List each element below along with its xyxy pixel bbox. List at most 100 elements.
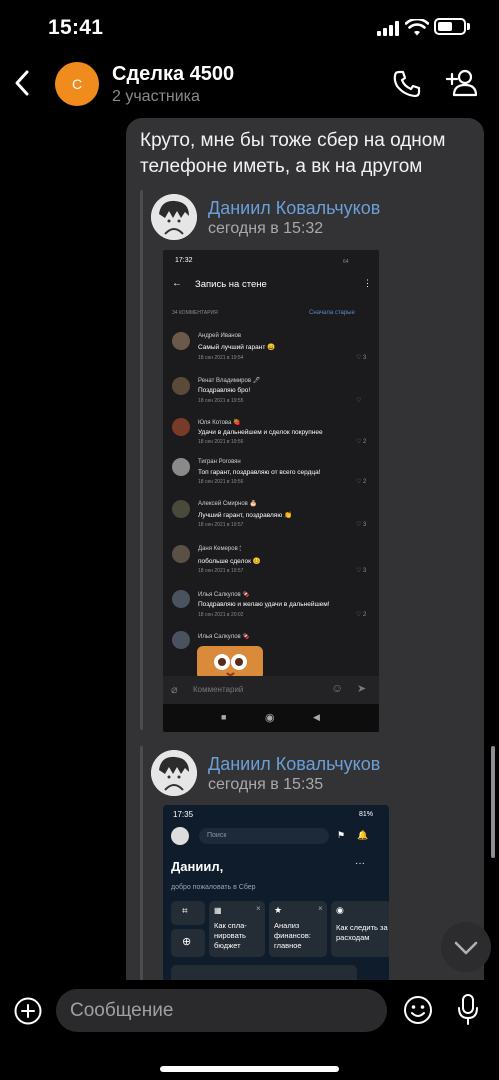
avatar-letter: С	[71, 76, 83, 92]
message-bubble[interactable]: Круто, мне бы тоже сбер на одном телефон…	[126, 118, 484, 1018]
shot-bell-icon: 🔔	[357, 830, 369, 840]
back-icon[interactable]	[12, 68, 32, 98]
comment-likes: ♡ 2	[356, 439, 367, 445]
forward-time: сегодня в 15:35	[208, 776, 324, 793]
emoji-icon[interactable]	[403, 995, 433, 1025]
attach-plus-icon[interactable]	[14, 997, 42, 1025]
shot-story-text: Анализ финансов: главное	[274, 921, 311, 950]
shot-story-close: ×	[318, 904, 323, 913]
shot-back-icon: ←	[172, 278, 182, 289]
forward-bar	[140, 190, 143, 730]
comment-text: Поздравляю бро!	[198, 387, 251, 394]
chat-header: С Сделка 4500 2 участника	[0, 56, 499, 116]
scroll-down-button[interactable]	[441, 922, 491, 972]
shot-story-card: ★ × Анализ финансов: главное	[269, 901, 327, 957]
forward-author-name[interactable]: Даниил Ковальчуков	[208, 198, 380, 219]
shot-welcome: добро пожаловать в Сбер	[171, 884, 256, 891]
shot-battery: 81%	[359, 811, 374, 818]
home-indicator	[160, 1066, 339, 1072]
shot-nav-square: ■	[221, 712, 227, 722]
shot-search: Поиск	[199, 828, 329, 844]
wifi-icon	[405, 19, 429, 36]
forward-bar	[140, 746, 143, 1018]
add-user-icon[interactable]	[446, 68, 480, 98]
battery-icon	[434, 18, 466, 35]
comment-author: Ренат Владимиров 🖋	[198, 378, 261, 384]
chat-title[interactable]: Сделка 4500	[112, 63, 234, 86]
shot-nav-bar: ■ ◉ ◀	[163, 704, 379, 732]
comment-likes: ♡	[356, 398, 362, 404]
shot-nav-home: ◉	[265, 712, 275, 724]
comment-date: 18 сен 2021 в 19:56	[198, 479, 244, 485]
signal-icon	[377, 21, 401, 36]
message-input-placeholder: Сообщение	[70, 1000, 174, 1021]
comment-like-count: 3	[363, 355, 367, 361]
phone-icon[interactable]	[392, 69, 422, 99]
status-bar: 15:41	[0, 0, 499, 56]
forward-author-avatar[interactable]	[151, 750, 197, 796]
scrollbar[interactable]	[491, 746, 495, 858]
forward-author-avatar[interactable]	[151, 194, 197, 240]
comment-date: 18 сен 2021 в 20:02	[198, 612, 244, 618]
comment-date: 18 сен 2021 в 19:54	[198, 355, 244, 361]
comment-likes: ♡ 3	[356, 568, 367, 574]
comment-author: Алексей Смирнов 🎂	[198, 501, 258, 507]
comment-author: Илья Салкулов 🍫	[198, 634, 250, 640]
shot-search-placeholder: Поиск	[207, 832, 227, 839]
comment-avatar	[172, 332, 190, 350]
shot-story-card: ◉ Как следить за расходам	[331, 901, 389, 957]
composer-bar: Сообщение	[0, 980, 499, 1080]
shot-story-card: ▦ × Как спла-нировать бюджет	[209, 901, 265, 957]
shot-story-icon: ◉	[336, 905, 344, 915]
comment-avatar	[172, 500, 190, 518]
comment-avatar	[172, 418, 190, 436]
shot-more-icon: ···	[355, 858, 365, 869]
comment-text: Удачи в дальнейшем и сделок покрупнее	[198, 429, 323, 436]
shot-scan-card: ⌗	[171, 901, 205, 925]
comment-avatar	[172, 377, 190, 395]
shot-greeting: Даниил,	[171, 859, 224, 874]
shot-status-time: 17:35	[173, 810, 194, 819]
shot-status-time: 17:32	[175, 257, 193, 264]
comment-likes: ♡ 3	[356, 522, 367, 528]
shot-battery: 64	[343, 259, 349, 265]
battery-tip	[467, 23, 470, 30]
shot-scan-icon: ⌗	[182, 906, 188, 917]
forward-author-name[interactable]: Даниил Ковальчуков	[208, 754, 380, 775]
shot-add-icon: ⊕	[182, 936, 192, 948]
forward-time: сегодня в 15:32	[208, 220, 324, 237]
shot-attach-icon: ⌀	[171, 684, 178, 696]
chevron-down-icon	[454, 941, 478, 955]
comment-like-count: 2	[363, 479, 367, 485]
shot-story-icon: ▦	[214, 906, 222, 915]
comment-likes: ♡ 3	[356, 355, 367, 361]
comment-like-count: 2	[363, 612, 367, 618]
comment-like-count: 3	[363, 568, 367, 574]
shot-sort: Сначала старые	[309, 310, 355, 316]
comment-date: 18 сен 2021 в 19:57	[198, 522, 244, 528]
comment-avatar	[172, 590, 190, 608]
comment-avatar	[172, 631, 190, 649]
shot-story-close: ×	[256, 904, 261, 913]
shot-add-card: ⊕	[171, 929, 205, 957]
comment-text: побольше сделок 😊	[198, 558, 261, 565]
microphone-icon[interactable]	[456, 993, 480, 1027]
comment-author: Юля Котова 🍓	[198, 420, 241, 426]
comment-avatar	[172, 458, 190, 476]
status-time: 15:41	[48, 16, 104, 39]
chat-avatar[interactable]: С	[55, 62, 99, 106]
comment-like-count: 2	[363, 439, 367, 445]
shot-story-icon: ★	[274, 905, 283, 915]
comment-date: 18 сен 2021 в 19:57	[198, 568, 244, 574]
shot-input-bar: ⌀ Комментарий ☺ ➤	[163, 676, 379, 704]
attached-screenshot[interactable]: 17:32 64 ← Запись на стене ⋮ 34 КОММЕНТА…	[163, 250, 379, 732]
comment-text: Самый лучший гарант 😄	[198, 344, 276, 351]
chat-subtitle[interactable]: 2 участника	[112, 88, 200, 106]
sticker-image	[197, 646, 263, 680]
message-input[interactable]: Сообщение	[56, 989, 387, 1032]
comment-likes: ♡ 2	[356, 612, 367, 618]
comment-date: 18 сен 2021 в 19:56	[198, 439, 244, 445]
comment-text: Поздравляю и желаю удачи в дальнейшем!	[198, 601, 330, 608]
comment-author: Тигран Роговян	[198, 459, 241, 465]
comment-author: Даня Кемеров 🕯	[198, 546, 242, 552]
